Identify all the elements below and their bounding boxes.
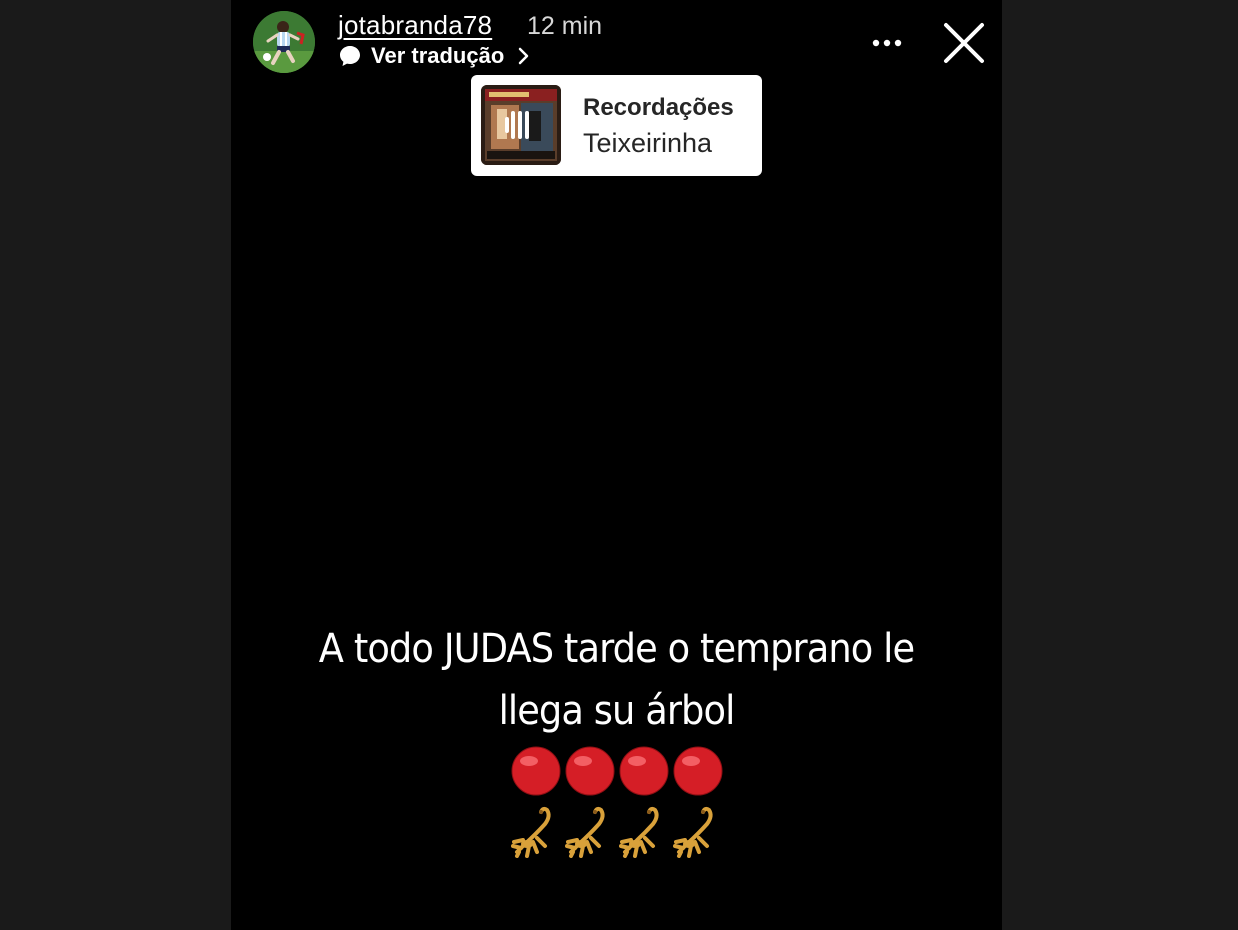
story-viewer[interactable]: jotabranda78 12 min Ver tradução Recorda… (231, 0, 1002, 930)
story-caption: A todo JUDAS tarde o temprano le llega s… (262, 618, 971, 742)
more-options-icon[interactable] (867, 28, 907, 58)
username-link[interactable]: jotabranda78 (338, 10, 492, 41)
red-circle-icon (619, 746, 668, 796)
scorpion-icon (564, 806, 605, 858)
close-icon[interactable] (941, 20, 987, 66)
scorpion-icon (510, 806, 551, 858)
scorpion-icon (672, 806, 713, 858)
scorpion-icon (618, 806, 659, 858)
post-time: 12 min (527, 12, 603, 40)
speech-bubble-icon (340, 46, 360, 66)
red-circle-icon (565, 746, 614, 796)
song-title: Recordações (583, 94, 734, 121)
see-translation-button[interactable]: Ver tradução (338, 43, 531, 69)
red-circle-emoji-row (231, 744, 1002, 798)
red-circle-icon (673, 746, 722, 796)
song-artist: Teixeirinha (583, 128, 713, 158)
see-translation-label: Ver tradução (371, 43, 505, 68)
caption-line: A todo JUDAS tarde o temprano le (318, 626, 915, 672)
red-circle-icon (511, 746, 560, 796)
caption-line: llega su árbol (498, 688, 736, 734)
music-sticker[interactable]: Recordações Teixeirinha (471, 75, 762, 176)
album-cover (481, 85, 561, 165)
chevron-right-icon (519, 47, 529, 65)
scorpion-emoji-row (231, 804, 1002, 858)
page: jotabranda78 12 min Ver tradução Recorda… (0, 0, 1238, 930)
profile-avatar[interactable] (253, 11, 315, 73)
